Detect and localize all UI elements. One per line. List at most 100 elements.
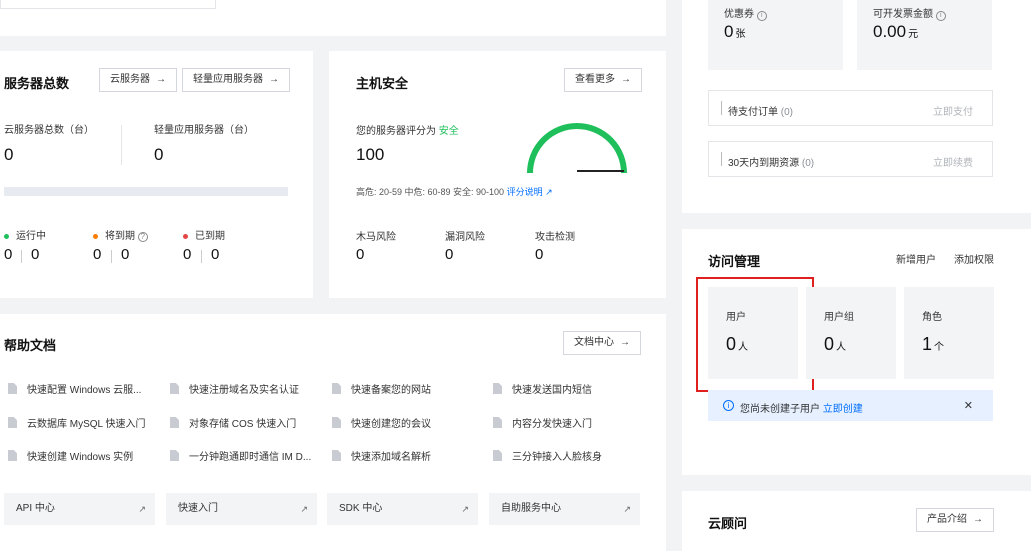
roles-stat[interactable]: 角色 1个 — [904, 287, 994, 379]
cloud-advisor-card: 云顾问 产品介绍 → — [682, 491, 1031, 551]
host-security-title: 主机安全 — [356, 76, 409, 91]
status-expiring-label: 将到期 ? — [93, 227, 148, 242]
user-groups-label: 用户组 — [824, 312, 854, 323]
document-icon — [8, 383, 17, 394]
score-label: 您的服务器评分为 安全 — [356, 126, 459, 137]
help-docs-card: 帮助文档 文档中心 → 快速配置 Windows 云服... 快速注册域名及实名认… — [0, 314, 666, 551]
divider — [201, 250, 202, 263]
doc-item[interactable]: 快速配置 Windows 云服... — [8, 381, 141, 396]
add-user-link[interactable]: 新增用户 — [896, 251, 936, 266]
subuser-notice: i 您尚未创建子用户 立即创建 ✕ — [708, 390, 993, 421]
running-count-b: 0 — [31, 246, 40, 263]
cvm-total-value: 0 — [4, 145, 14, 164]
renew-now-link[interactable]: 立即续费 — [933, 154, 973, 169]
risk-vuln-value: 0 — [445, 246, 454, 263]
quick-start-link[interactable]: 快速入门 ↗ — [166, 493, 317, 525]
server-total-card: 服务器总数 云服务器 → 轻量应用服务器 → 云服务器总数（台） 0 轻量应用服务器… — [0, 51, 313, 298]
doc-center-button[interactable]: 文档中心 → — [563, 331, 641, 355]
pending-orders-row: 待支付订单 (0) 立即支付 — [708, 90, 993, 126]
doc-item[interactable]: 云数据库 MySQL 快速入门 — [8, 415, 146, 430]
server-total-title: 服务器总数 — [4, 76, 70, 91]
expiring-dot-icon — [93, 233, 98, 239]
doc-item[interactable]: 快速创建 Windows 实例 — [8, 448, 133, 463]
usage-bar — [4, 187, 288, 196]
self-service-link[interactable]: 自助服务中心 ↗ — [489, 493, 640, 525]
pending-orders-label: 待支付订单 (0) — [728, 107, 794, 118]
expiring-resources-row: 30天内到期资源 (0) 立即续费 — [708, 141, 993, 177]
view-more-button[interactable]: 查看更多 → — [564, 68, 642, 92]
close-icon[interactable]: ✕ — [964, 399, 973, 412]
doc-item[interactable]: 内容分发快速入门 — [493, 415, 592, 430]
risk-attack-label: 攻击检测 — [535, 232, 575, 243]
help-docs-title: 帮助文档 — [4, 338, 57, 353]
external-link-icon: ↗ — [138, 504, 146, 514]
user-groups-stat[interactable]: 用户组 0人 — [806, 287, 896, 379]
external-link-icon[interactable]: ↗ — [545, 187, 553, 197]
doc-item[interactable]: 一分钟跑通即时通信 IM D... — [170, 448, 311, 463]
notice-text: 您尚未创建子用户 立即创建 — [740, 404, 863, 415]
risk-trojan-label: 木马风险 — [356, 232, 396, 243]
doc-item[interactable]: 对象存储 COS 快速入门 — [170, 415, 296, 430]
cvm-button[interactable]: 云服务器 → — [99, 68, 177, 92]
document-icon — [8, 450, 17, 461]
doc-item[interactable]: 快速发送国内短信 — [493, 381, 592, 396]
create-now-link[interactable]: 立即创建 — [823, 404, 863, 415]
top-input-remnant — [0, 0, 216, 9]
billing-card: 优惠券 i 0张 可开发票金额 i 0.00 元 待支付订单 (0) 立即支付 3… — [682, 0, 1031, 213]
access-management-title: 访问管理 — [708, 254, 761, 269]
coupon-label: 优惠券 i — [724, 5, 767, 21]
help-icon[interactable]: ? — [137, 232, 148, 242]
row-marker — [721, 101, 722, 115]
invoice-label: 可开发票金额 i — [873, 5, 946, 21]
invoice-box: 可开发票金额 i 0.00 元 — [857, 0, 992, 70]
doc-item[interactable]: 快速创建您的会议 — [332, 415, 431, 430]
doc-item[interactable]: 快速备案您的网站 — [332, 381, 431, 396]
risk-vuln-label: 漏洞风险 — [445, 232, 485, 243]
pay-now-link[interactable]: 立即支付 — [933, 103, 973, 118]
risk-trojan-value: 0 — [356, 246, 365, 263]
score-status: 安全 — [438, 126, 459, 137]
security-score: 100 — [356, 145, 385, 164]
expired-count-a: 0 — [183, 246, 192, 263]
doc-item[interactable]: 快速注册域名及实名认证 — [170, 381, 299, 396]
divider — [111, 250, 112, 263]
document-icon — [493, 383, 502, 394]
arrow-right-icon: → — [156, 74, 166, 85]
info-icon[interactable]: i — [935, 11, 946, 21]
document-icon — [493, 450, 502, 461]
add-permission-link[interactable]: 添加权限 — [954, 251, 994, 266]
score-ranges: 高危: 20-59 中危: 60-89 安全: 90-100 评分说明 ↗ — [356, 187, 553, 197]
lighthouse-total-value: 0 — [154, 145, 164, 164]
expiring-count-b: 0 — [121, 246, 130, 263]
arrow-right-icon: → — [620, 337, 630, 348]
access-management-card: 访问管理 新增用户 添加权限 用户 0人 用户组 0人 角色 1个 i 您尚未创… — [682, 229, 1031, 475]
top-left-card — [0, 0, 666, 36]
cvm-total-label: 云服务器总数（台） — [4, 125, 94, 136]
divider — [121, 125, 122, 165]
info-icon[interactable]: i — [756, 11, 767, 21]
security-gauge — [527, 123, 627, 174]
row-marker — [721, 152, 722, 166]
product-intro-button[interactable]: 产品介绍 → — [916, 508, 994, 532]
score-explain-link[interactable]: 评分说明 — [507, 187, 543, 197]
invoice-value: 0.00 元 — [873, 22, 919, 41]
expired-dot-icon — [183, 233, 188, 239]
info-circle-icon: i — [723, 400, 734, 411]
doc-item[interactable]: 三分钟接入人脸核身 — [493, 448, 602, 463]
sdk-center-link[interactable]: SDK 中心 ↗ — [327, 493, 478, 525]
lighthouse-button[interactable]: 轻量应用服务器 → — [182, 68, 290, 92]
document-icon — [170, 450, 179, 461]
status-running-label: 运行中 — [4, 227, 46, 242]
lighthouse-total-label: 轻量应用服务器（台） — [154, 125, 254, 136]
running-count-a: 0 — [4, 246, 13, 263]
doc-item[interactable]: 快速添加域名解析 — [332, 448, 431, 463]
document-icon — [493, 417, 502, 428]
arrow-right-icon: → — [269, 74, 279, 85]
document-icon — [170, 383, 179, 394]
running-dot-icon — [4, 233, 9, 239]
document-icon — [332, 450, 341, 461]
highlight-box — [696, 277, 814, 392]
expired-count-b: 0 — [211, 246, 220, 263]
api-center-link[interactable]: API 中心 ↗ — [4, 493, 155, 525]
document-icon — [332, 417, 341, 428]
